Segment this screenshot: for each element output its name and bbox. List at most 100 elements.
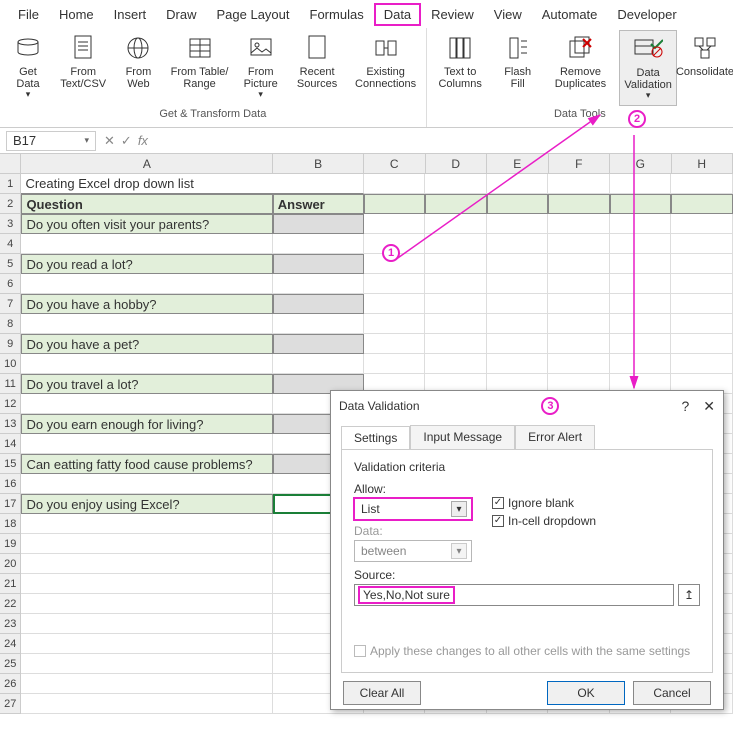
menu-review[interactable]: Review [421, 3, 484, 26]
name-box[interactable]: B17 ▾ [6, 131, 96, 151]
menu-developer[interactable]: Developer [607, 3, 686, 26]
range-picker-button[interactable]: ↥ [678, 584, 700, 606]
tab-error-alert[interactable]: Error Alert [515, 425, 595, 449]
cell[interactable] [548, 294, 610, 314]
menu-data[interactable]: Data [374, 3, 421, 26]
cell[interactable] [548, 354, 610, 374]
row-header[interactable]: 14 [0, 434, 21, 454]
cell[interactable] [364, 354, 426, 374]
cancel-icon[interactable]: ✕ [104, 133, 115, 149]
cell[interactable] [610, 234, 672, 254]
formula-input[interactable] [156, 131, 733, 151]
row-header[interactable]: 4 [0, 234, 21, 254]
cell[interactable] [671, 174, 733, 194]
cell[interactable] [273, 254, 364, 274]
cell[interactable]: Do you enjoy using Excel? [21, 494, 272, 514]
cell[interactable] [425, 174, 487, 194]
menu-home[interactable]: Home [49, 3, 104, 26]
cell[interactable] [671, 334, 733, 354]
row-header[interactable]: 5 [0, 254, 21, 274]
select-all-corner[interactable] [0, 154, 21, 173]
cell[interactable] [364, 174, 426, 194]
cell[interactable] [671, 274, 733, 294]
cell[interactable] [487, 254, 549, 274]
cell[interactable] [21, 514, 272, 534]
row-header[interactable]: 8 [0, 314, 21, 334]
cell[interactable] [610, 294, 672, 314]
row-header[interactable]: 9 [0, 334, 21, 354]
cell[interactable] [425, 294, 487, 314]
cell[interactable] [273, 334, 364, 354]
ok-button[interactable]: OK [547, 681, 625, 705]
col-header-D[interactable]: D [426, 154, 488, 173]
ignore-blank-checkbox[interactable]: ✓Ignore blank [492, 496, 596, 510]
row-header[interactable]: 19 [0, 534, 21, 554]
recent-sources-button[interactable]: Recent Sources [289, 30, 346, 106]
cell[interactable] [610, 274, 672, 294]
cancel-button[interactable]: Cancel [633, 681, 711, 705]
menu-file[interactable]: File [8, 3, 49, 26]
menu-insert[interactable]: Insert [104, 3, 157, 26]
cell[interactable] [487, 314, 549, 334]
row-header[interactable]: 23 [0, 614, 21, 634]
row-header[interactable]: 6 [0, 274, 21, 294]
cell[interactable] [21, 434, 272, 454]
col-header-H[interactable]: H [672, 154, 733, 173]
cell[interactable] [273, 214, 364, 234]
cell[interactable] [21, 394, 272, 414]
cell[interactable] [425, 314, 487, 334]
row-header[interactable]: 26 [0, 674, 21, 694]
cell[interactable] [21, 594, 272, 614]
cell[interactable] [21, 634, 272, 654]
cell[interactable]: Do you have a hobby? [21, 294, 272, 314]
cell[interactable] [273, 294, 364, 314]
cell[interactable] [548, 174, 610, 194]
text-to-columns-button[interactable]: Text to Columns [431, 30, 490, 106]
cell[interactable] [548, 314, 610, 334]
cell[interactable] [425, 334, 487, 354]
tab-input-message[interactable]: Input Message [410, 425, 515, 449]
row-header[interactable]: 13 [0, 414, 21, 434]
cell[interactable] [487, 274, 549, 294]
cell[interactable] [425, 214, 487, 234]
cell[interactable] [671, 314, 733, 334]
cell[interactable] [273, 314, 364, 334]
get-data-button[interactable]: Get Data▾ [4, 30, 52, 106]
cell[interactable]: Answer [273, 194, 364, 214]
cell[interactable] [21, 614, 272, 634]
cell[interactable] [671, 294, 733, 314]
cell[interactable] [21, 654, 272, 674]
cell[interactable] [273, 234, 364, 254]
cell[interactable] [21, 574, 272, 594]
remove-duplicates-button[interactable]: Remove Duplicates [546, 30, 616, 106]
cell[interactable] [21, 274, 272, 294]
cell[interactable] [364, 294, 426, 314]
source-input[interactable]: Yes,No,Not sure [354, 584, 674, 606]
cell[interactable] [487, 354, 549, 374]
row-header[interactable]: 2 [0, 194, 21, 214]
menu-formulas[interactable]: Formulas [300, 3, 374, 26]
cell[interactable] [364, 214, 426, 234]
cell[interactable] [610, 194, 672, 214]
clear-all-button[interactable]: Clear All [343, 681, 421, 705]
from-web-button[interactable]: From Web [114, 30, 162, 106]
cell[interactable] [425, 194, 487, 214]
cell[interactable] [548, 334, 610, 354]
row-header[interactable]: 20 [0, 554, 21, 574]
from-table-button[interactable]: From Table/ Range [166, 30, 232, 106]
menu-page-layout[interactable]: Page Layout [207, 3, 300, 26]
cell[interactable] [364, 334, 426, 354]
cell[interactable] [21, 354, 272, 374]
row-header[interactable]: 21 [0, 574, 21, 594]
cell[interactable] [487, 334, 549, 354]
cell[interactable] [425, 234, 487, 254]
cell[interactable] [425, 254, 487, 274]
cell[interactable] [21, 314, 272, 334]
cell[interactable]: Do you have a pet? [21, 334, 272, 354]
cell[interactable] [487, 234, 549, 254]
cell[interactable] [21, 694, 272, 714]
tab-settings[interactable]: Settings [341, 426, 410, 450]
row-header[interactable]: 27 [0, 694, 21, 714]
row-header[interactable]: 12 [0, 394, 21, 414]
col-header-G[interactable]: G [610, 154, 672, 173]
